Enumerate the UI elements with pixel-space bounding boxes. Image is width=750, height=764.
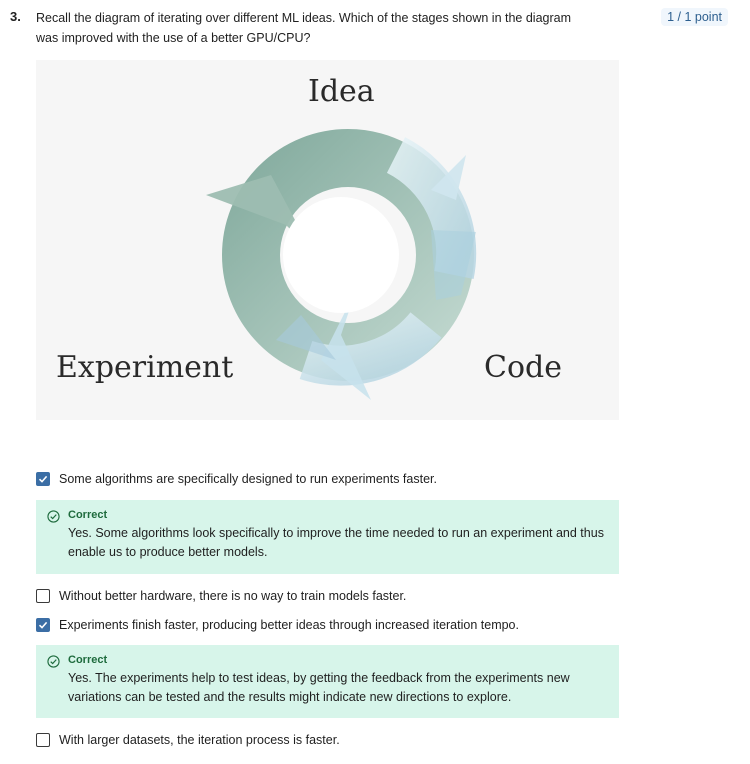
feedback-correct-1: Correct Yes. Some algorithms look specif… xyxy=(36,500,619,574)
answer-option-2[interactable]: Without better hardware, there is no way… xyxy=(36,589,406,603)
checkbox-unchecked-icon[interactable] xyxy=(36,589,50,603)
points-badge: 1 / 1 point xyxy=(661,8,728,26)
answer-option-1[interactable]: Some algorithms are specifically designe… xyxy=(36,472,437,486)
checkbox-unchecked-icon[interactable] xyxy=(36,733,50,747)
feedback-title: Correct xyxy=(68,509,108,521)
question-number: 3. xyxy=(10,9,21,24)
checkbox-checked-icon[interactable] xyxy=(36,618,50,632)
label-experiment: Experiment xyxy=(56,350,234,385)
label-idea: Idea xyxy=(308,74,375,109)
feedback-title: Correct xyxy=(68,654,108,666)
iteration-diagram: Idea Experiment Code xyxy=(36,60,619,420)
question-text: Recall the diagram of iterating over dif… xyxy=(36,11,572,45)
option-label: Some algorithms are specifically designe… xyxy=(59,472,437,486)
check-circle-icon xyxy=(47,510,60,528)
check-circle-icon xyxy=(47,655,60,673)
label-code: Code xyxy=(484,350,562,385)
checkbox-checked-icon[interactable] xyxy=(36,472,50,486)
feedback-text: Yes. Some algorithms look specifically t… xyxy=(68,526,604,559)
option-label: With larger datasets, the iteration proc… xyxy=(59,733,340,747)
answer-option-3[interactable]: Experiments finish faster, producing bet… xyxy=(36,618,519,632)
feedback-correct-3: Correct Yes. The experiments help to tes… xyxy=(36,645,619,718)
answer-option-4[interactable]: With larger datasets, the iteration proc… xyxy=(36,733,340,747)
option-label: Experiments finish faster, producing bet… xyxy=(59,618,519,632)
feedback-text: Yes. The experiments help to test ideas,… xyxy=(68,671,570,704)
option-label: Without better hardware, there is no way… xyxy=(59,589,407,603)
